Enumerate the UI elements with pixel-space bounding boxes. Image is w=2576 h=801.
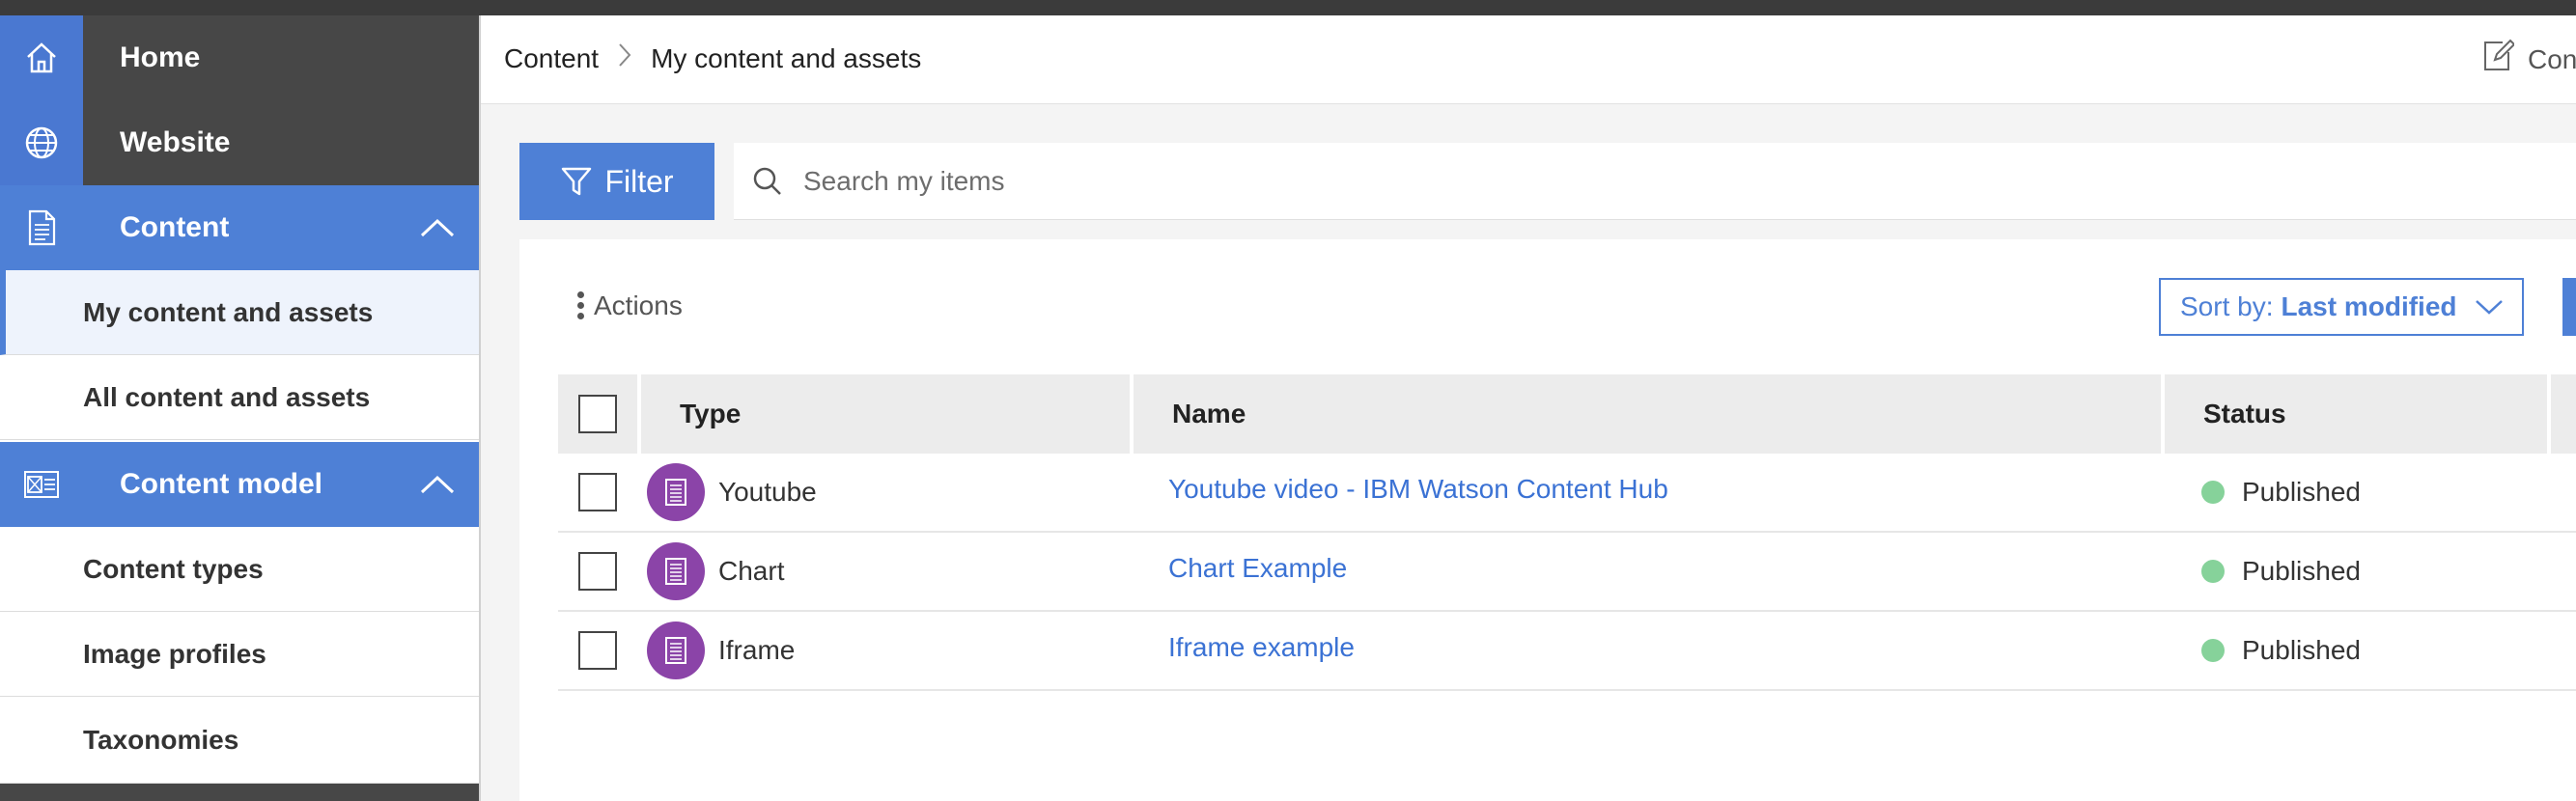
filter-icon [560,165,593,198]
sidebar-subitem-all-content[interactable]: All content and assets [0,355,479,440]
globe-icon [0,100,83,185]
sort-dropdown[interactable]: Sort by: Last modified [2159,278,2524,336]
sidebar-item-content-model[interactable]: Content model [0,442,479,527]
sidebar-item-home[interactable]: Home [0,15,479,100]
type-label: Chart [718,556,785,586]
item-name-link[interactable]: Youtube video - IBM Watson Content Hub [1130,474,2161,505]
chevron-up-icon[interactable] [396,185,479,270]
status-label: Published [2242,635,2361,665]
row-checkbox[interactable] [578,631,617,670]
actions-menu-button[interactable]: Actions [577,290,683,321]
search-icon [751,165,784,198]
actions-label: Actions [594,290,683,320]
table-row[interactable]: Chart Chart Example Published [558,533,2576,612]
type-label: Iframe [718,635,796,665]
sidebar-subitem-label: Taxonomies [83,724,239,755]
top-bar [0,0,2576,15]
status-label: Published [2242,477,2361,507]
compose-label: Con [2528,43,2576,74]
status-label: Published [2242,556,2361,586]
chevron-down-icon [2475,298,2504,316]
view-toggle-button[interactable] [2562,278,2576,336]
edit-icon [2481,39,2516,80]
document-icon [0,185,83,270]
sidebar-item-label: Content [120,211,230,243]
select-all-checkbox[interactable] [578,395,617,433]
search-input[interactable] [801,164,2346,198]
item-name-link[interactable]: Iframe example [1130,632,2161,663]
table-header: Type Name Status [558,374,2576,454]
content-item-icon [647,621,705,679]
breadcrumb-item-current: My content and assets [651,43,922,73]
sidebar-subitem-my-content[interactable]: My content and assets [0,270,479,355]
sidebar-subitem-label: Content types [83,553,264,584]
sidebar-subitem-label: My content and assets [83,296,374,327]
sort-value: Last modified [2281,291,2457,321]
table-row[interactable]: Iframe Iframe example Published [558,612,2576,691]
item-name-link[interactable]: Chart Example [1130,553,2161,584]
status-dot [2201,639,2225,662]
sidebar: Home Website Content My content and asse… [0,15,481,801]
sidebar-next-item[interactable] [0,784,479,801]
status-dot [2201,481,2225,504]
content-item-icon [647,463,705,521]
sidebar-subitem-label: All content and assets [83,381,371,412]
kebab-menu-icon [577,290,584,321]
sidebar-subitem-image-profiles[interactable]: Image profiles [0,612,479,697]
row-checkbox[interactable] [578,473,617,511]
filter-button[interactable]: Filter [519,143,714,220]
chevron-up-icon[interactable] [396,442,479,527]
sort-prefix: Sort by: [2180,291,2274,321]
sidebar-item-label: Website [120,126,231,158]
sidebar-item-content[interactable]: Content [0,185,479,270]
column-header-name[interactable]: Name [1134,374,2161,454]
content-panel: Actions Sort by: Last modified Type Name… [519,239,2576,801]
content-item-icon [647,542,705,600]
row-checkbox[interactable] [578,552,617,591]
type-label: Youtube [718,477,817,507]
sidebar-subitem-label: Image profiles [83,638,266,669]
select-all-cell [558,374,637,454]
breadcrumb-item-content[interactable]: Content [504,43,599,74]
compose-button[interactable]: Con [2481,39,2576,80]
sidebar-subitem-taxonomies[interactable]: Taxonomies [0,697,479,784]
search-box[interactable] [734,143,2576,220]
home-icon [0,15,83,100]
sidebar-item-label: Home [120,41,201,73]
status-dot [2201,560,2225,583]
breadcrumb: Content My content and assets [504,42,921,75]
chevron-right-icon [618,42,631,75]
column-header-more [2551,374,2576,454]
sidebar-item-label: Content model [120,468,322,500]
sidebar-item-website[interactable]: Website [0,100,479,185]
content-table: Type Name Status Youtube Youtube video -… [558,374,2576,691]
page-header: Content My content and assets Con [481,15,2576,104]
sidebar-subitem-content-types[interactable]: Content types [0,527,479,612]
column-header-status[interactable]: Status [2165,374,2547,454]
column-header-type[interactable]: Type [641,374,1130,454]
filter-label: Filter [604,163,674,199]
table-row[interactable]: Youtube Youtube video - IBM Watson Conte… [558,454,2576,533]
content-model-icon [0,442,83,527]
